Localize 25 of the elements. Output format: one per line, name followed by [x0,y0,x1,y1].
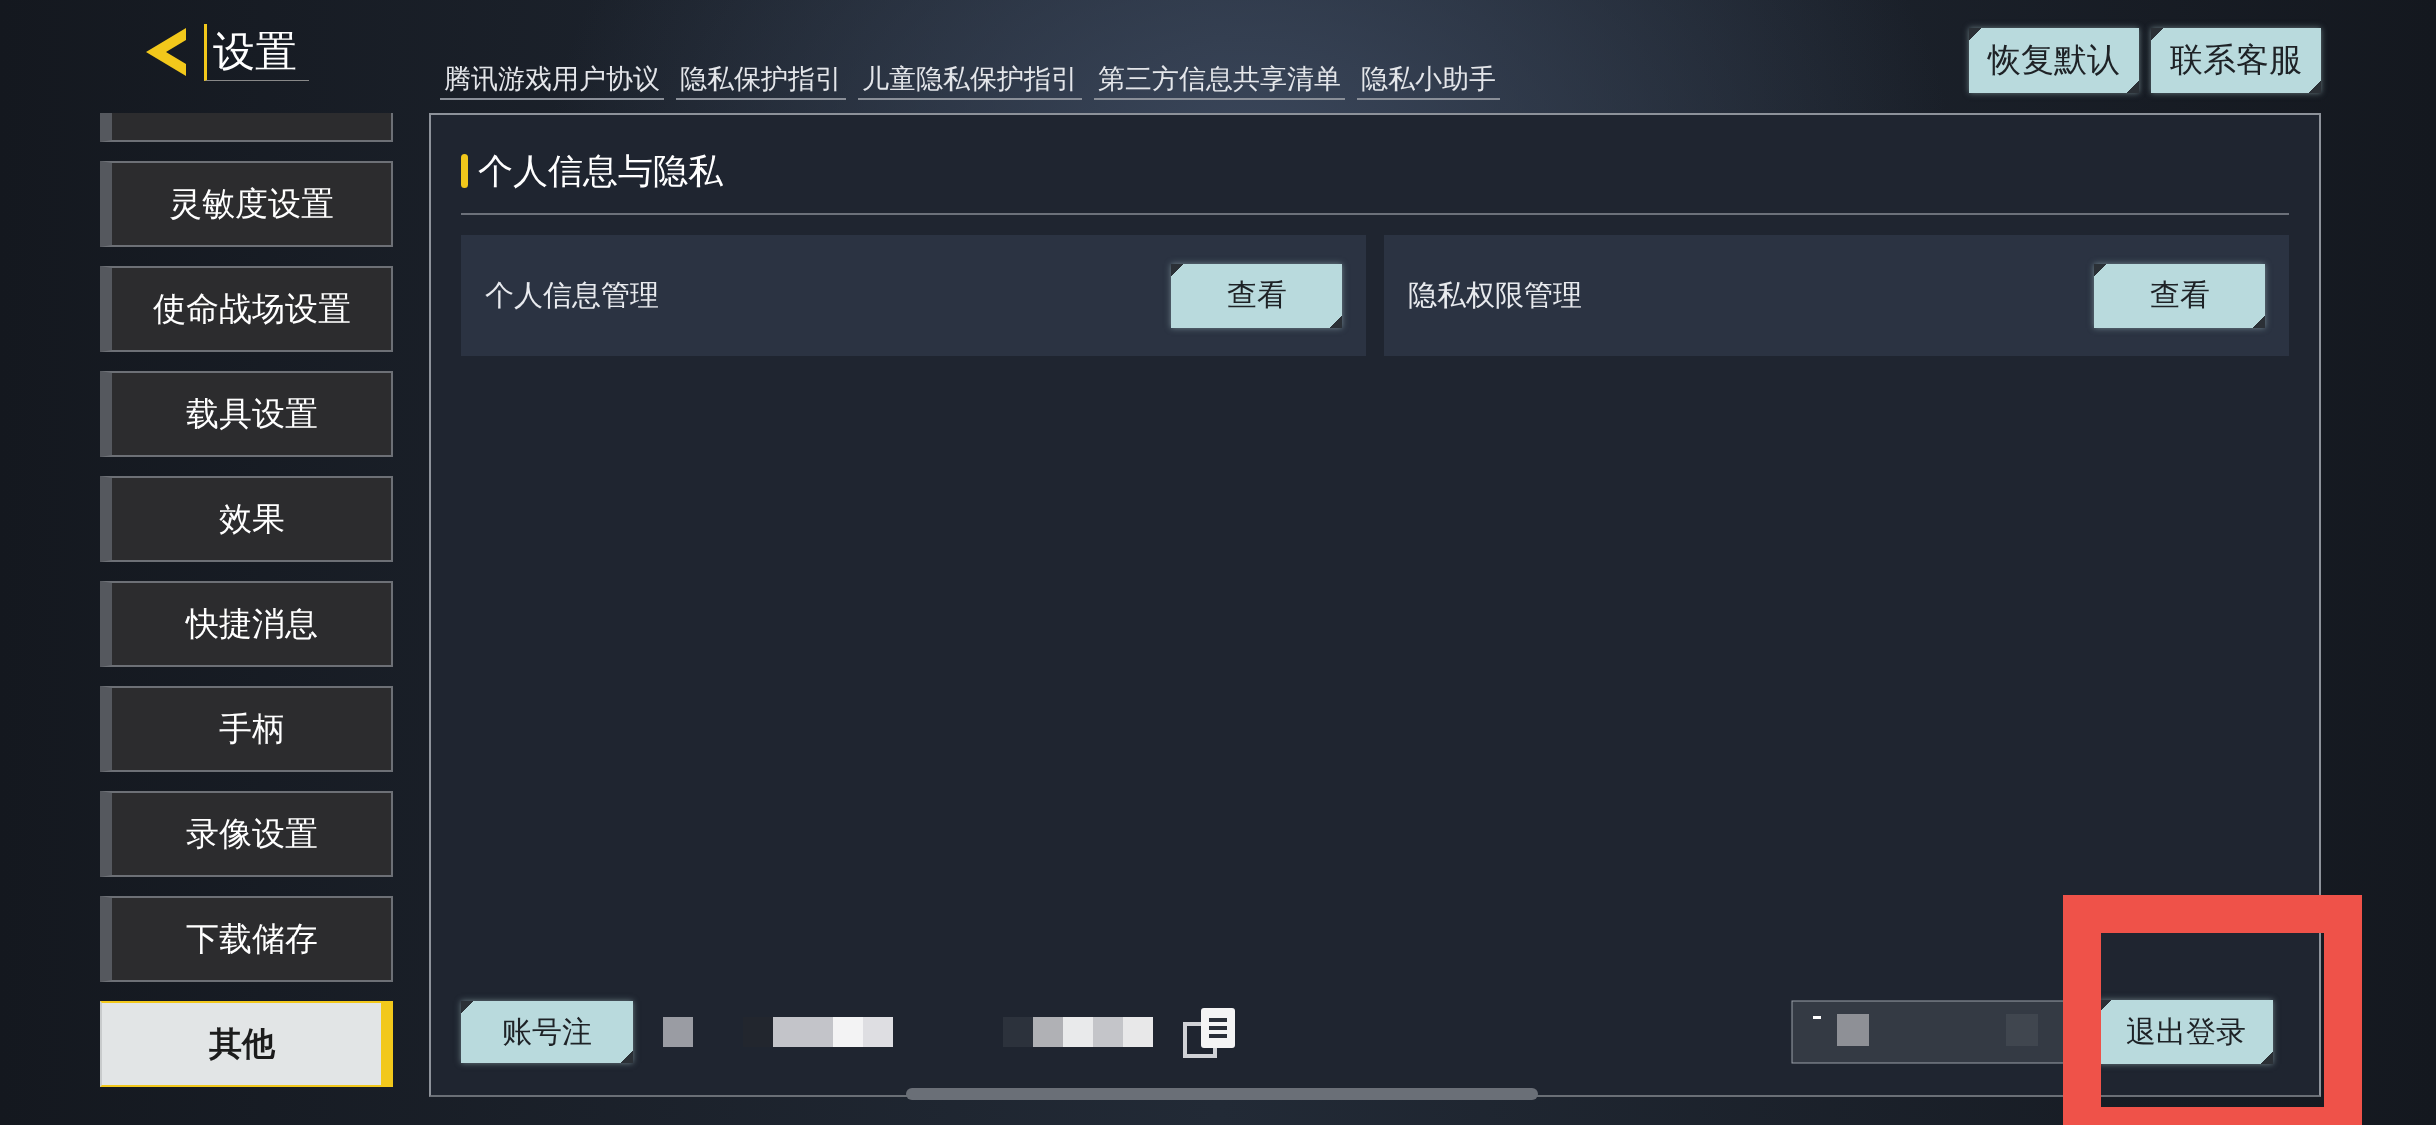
section-heading: 个人信息与隐私 [478,149,723,193]
policy-link[interactable]: 隐私保护指引 [676,60,846,100]
account-cancel-button[interactable]: 账号注 [461,1001,633,1063]
heading-marker-icon [461,154,468,188]
view-button[interactable]: 查看 [1171,263,1342,328]
sidebar-item[interactable]: 手柄 [100,686,393,772]
sidebar-item[interactable]: 灵敏度设置 [100,161,393,247]
sidebar-item[interactable]: 下载储存 [100,896,393,982]
card-label: 个人信息管理 [485,276,659,314]
policy-link[interactable]: 隐私小助手 [1357,60,1500,100]
top-button[interactable]: 联系客服 [2151,28,2321,93]
page-title: 设置 [204,24,309,81]
sidebar-item[interactable]: 快捷消息 [100,581,393,667]
sidebar-item[interactable]: 效果 [100,476,393,562]
sidebar-item[interactable]: 录像设置 [100,791,393,877]
view-button[interactable]: 查看 [2094,263,2265,328]
policy-link[interactable]: 儿童隐私保护指引 [858,60,1082,100]
card-label: 隐私权限管理 [1408,276,1582,314]
sidebar-item[interactable]: 载具设置 [100,371,393,457]
sidebar-item[interactable]: 使命战场设置 [100,266,393,352]
policy-link[interactable]: 腾讯游戏用户协议 [440,60,664,100]
sidebar-item[interactable]: 其他 [100,1001,393,1087]
policy-link[interactable]: 第三方信息共享清单 [1094,60,1345,100]
top-button[interactable]: 恢复默认 [1969,28,2139,93]
logout-button[interactable]: 退出登录 [2099,1000,2273,1064]
